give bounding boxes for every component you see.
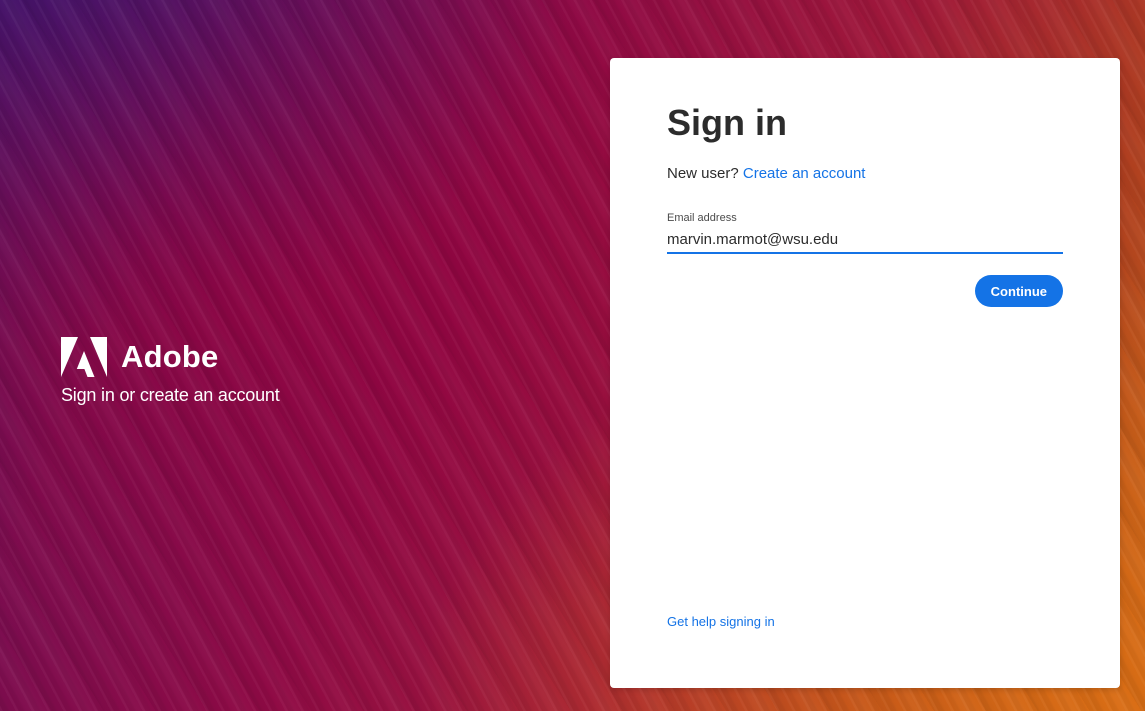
form-actions: Continue — [667, 275, 1063, 307]
brand-row: Adobe — [61, 337, 280, 377]
email-field-group: Email address — [667, 212, 1063, 254]
new-user-prompt: New user? — [667, 165, 739, 182]
brand-name: Adobe — [121, 339, 219, 374]
email-field[interactable] — [667, 230, 1063, 254]
continue-button[interactable]: Continue — [974, 275, 1063, 307]
help-signing-in-link[interactable]: Get help signing in — [667, 614, 775, 629]
page-title: Sign in — [667, 102, 787, 143]
new-user-row: New user? Create an account — [667, 165, 1063, 182]
brand-tagline: Sign in or create an account — [61, 385, 280, 405]
signin-page: Adobe Sign in or create an account Sign … — [0, 0, 1145, 711]
signin-card: Sign in New user? Create an account Emai… — [610, 58, 1120, 688]
adobe-logo-icon — [61, 337, 107, 377]
create-account-link[interactable]: Create an account — [743, 165, 866, 182]
brand-panel: Adobe Sign in or create an account — [61, 337, 280, 406]
email-label: Email address — [667, 212, 737, 224]
